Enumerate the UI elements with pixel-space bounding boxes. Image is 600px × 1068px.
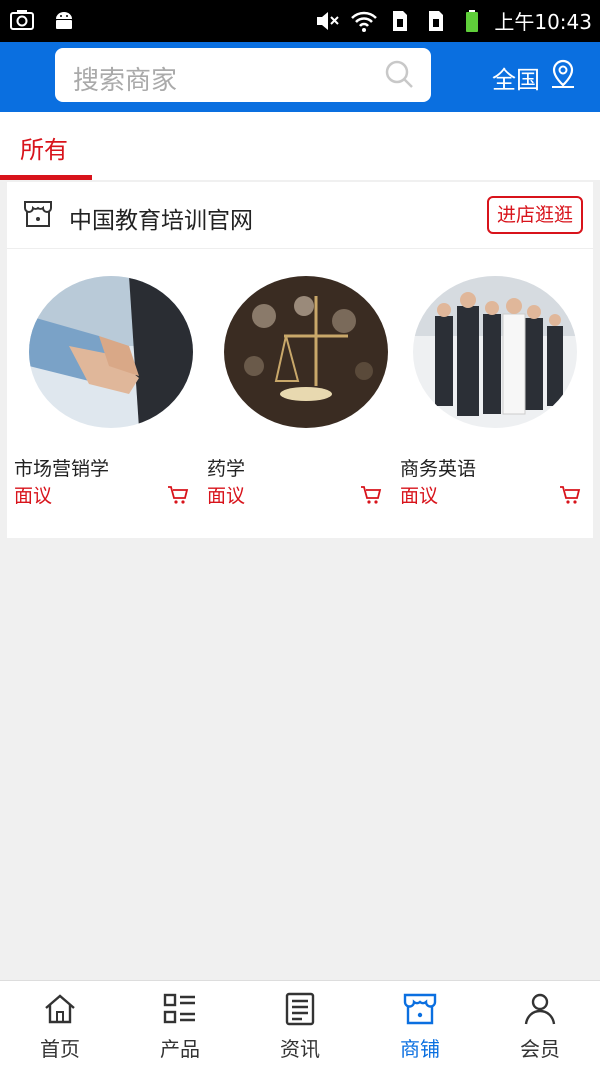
nav-products[interactable]: 产品 [120,981,240,1068]
product-name: 药学 [207,458,246,480]
nav-shops[interactable]: 商铺 [360,981,480,1068]
status-bar: 上午10:43 [0,0,600,42]
shop-icon [402,991,438,1027]
home-icon [42,991,78,1027]
product-name: 市场营销学 [14,458,110,480]
product-name: 商务英语 [400,458,477,480]
search-input[interactable]: 搜索商家 [55,48,431,102]
android-icon [50,6,78,34]
nav-products-label: 产品 [160,1037,200,1061]
battery-icon [458,7,486,35]
nav-member-label: 会员 [520,1037,560,1061]
nav-news-label: 资讯 [280,1037,320,1061]
region-label: 全国 [492,65,540,94]
nav-shops-label: 商铺 [400,1037,440,1061]
status-time: 上午10:43 [494,10,592,34]
search-icon[interactable] [383,58,415,90]
list-icon [162,991,198,1027]
product-price: 面议 [207,485,246,507]
wifi-icon [350,7,378,35]
nav-home-label: 首页 [40,1037,80,1061]
nav-home[interactable]: 首页 [0,981,120,1068]
cart-icon[interactable] [167,484,189,506]
shop-name: 中国教育培训官网 [69,208,253,234]
enter-shop-button[interactable]: 进店逛逛 [486,196,583,234]
shop-card: 中国教育培训官网 进店逛逛 市场营销学 面议 药学 面议 商务英语 面议 [7,182,593,538]
news-icon [282,991,318,1027]
product-image-handshake[interactable] [29,276,193,428]
app-header: 搜索商家 全国 [0,42,600,112]
tab-all[interactable]: 所有 [0,112,92,180]
cart-icon[interactable] [559,484,581,506]
sim1-icon [386,7,414,35]
search-placeholder: 搜索商家 [73,66,178,96]
tab-active-indicator [0,175,92,180]
product-price: 面议 [400,485,439,507]
nav-news[interactable]: 资讯 [240,981,360,1068]
location-pin-icon [548,58,578,96]
shop-header: 中国教育培训官网 进店逛逛 [7,182,593,249]
cart-icon[interactable] [360,484,382,506]
nav-member[interactable]: 会员 [480,981,600,1068]
user-icon [522,991,558,1027]
mute-icon [314,7,342,35]
region-selector[interactable]: 全国 [492,58,578,96]
screenshot-icon [8,6,36,34]
store-icon [22,198,54,230]
product-image-scales[interactable] [224,276,388,428]
bottom-nav: 首页 产品 资讯 商铺 会员 [0,980,600,1068]
category-tabs: 所有 [0,112,600,180]
sim2-icon [422,7,450,35]
product-image-business-people[interactable] [413,276,577,428]
product-price: 面议 [14,485,53,507]
tab-all-label: 所有 [20,136,68,164]
